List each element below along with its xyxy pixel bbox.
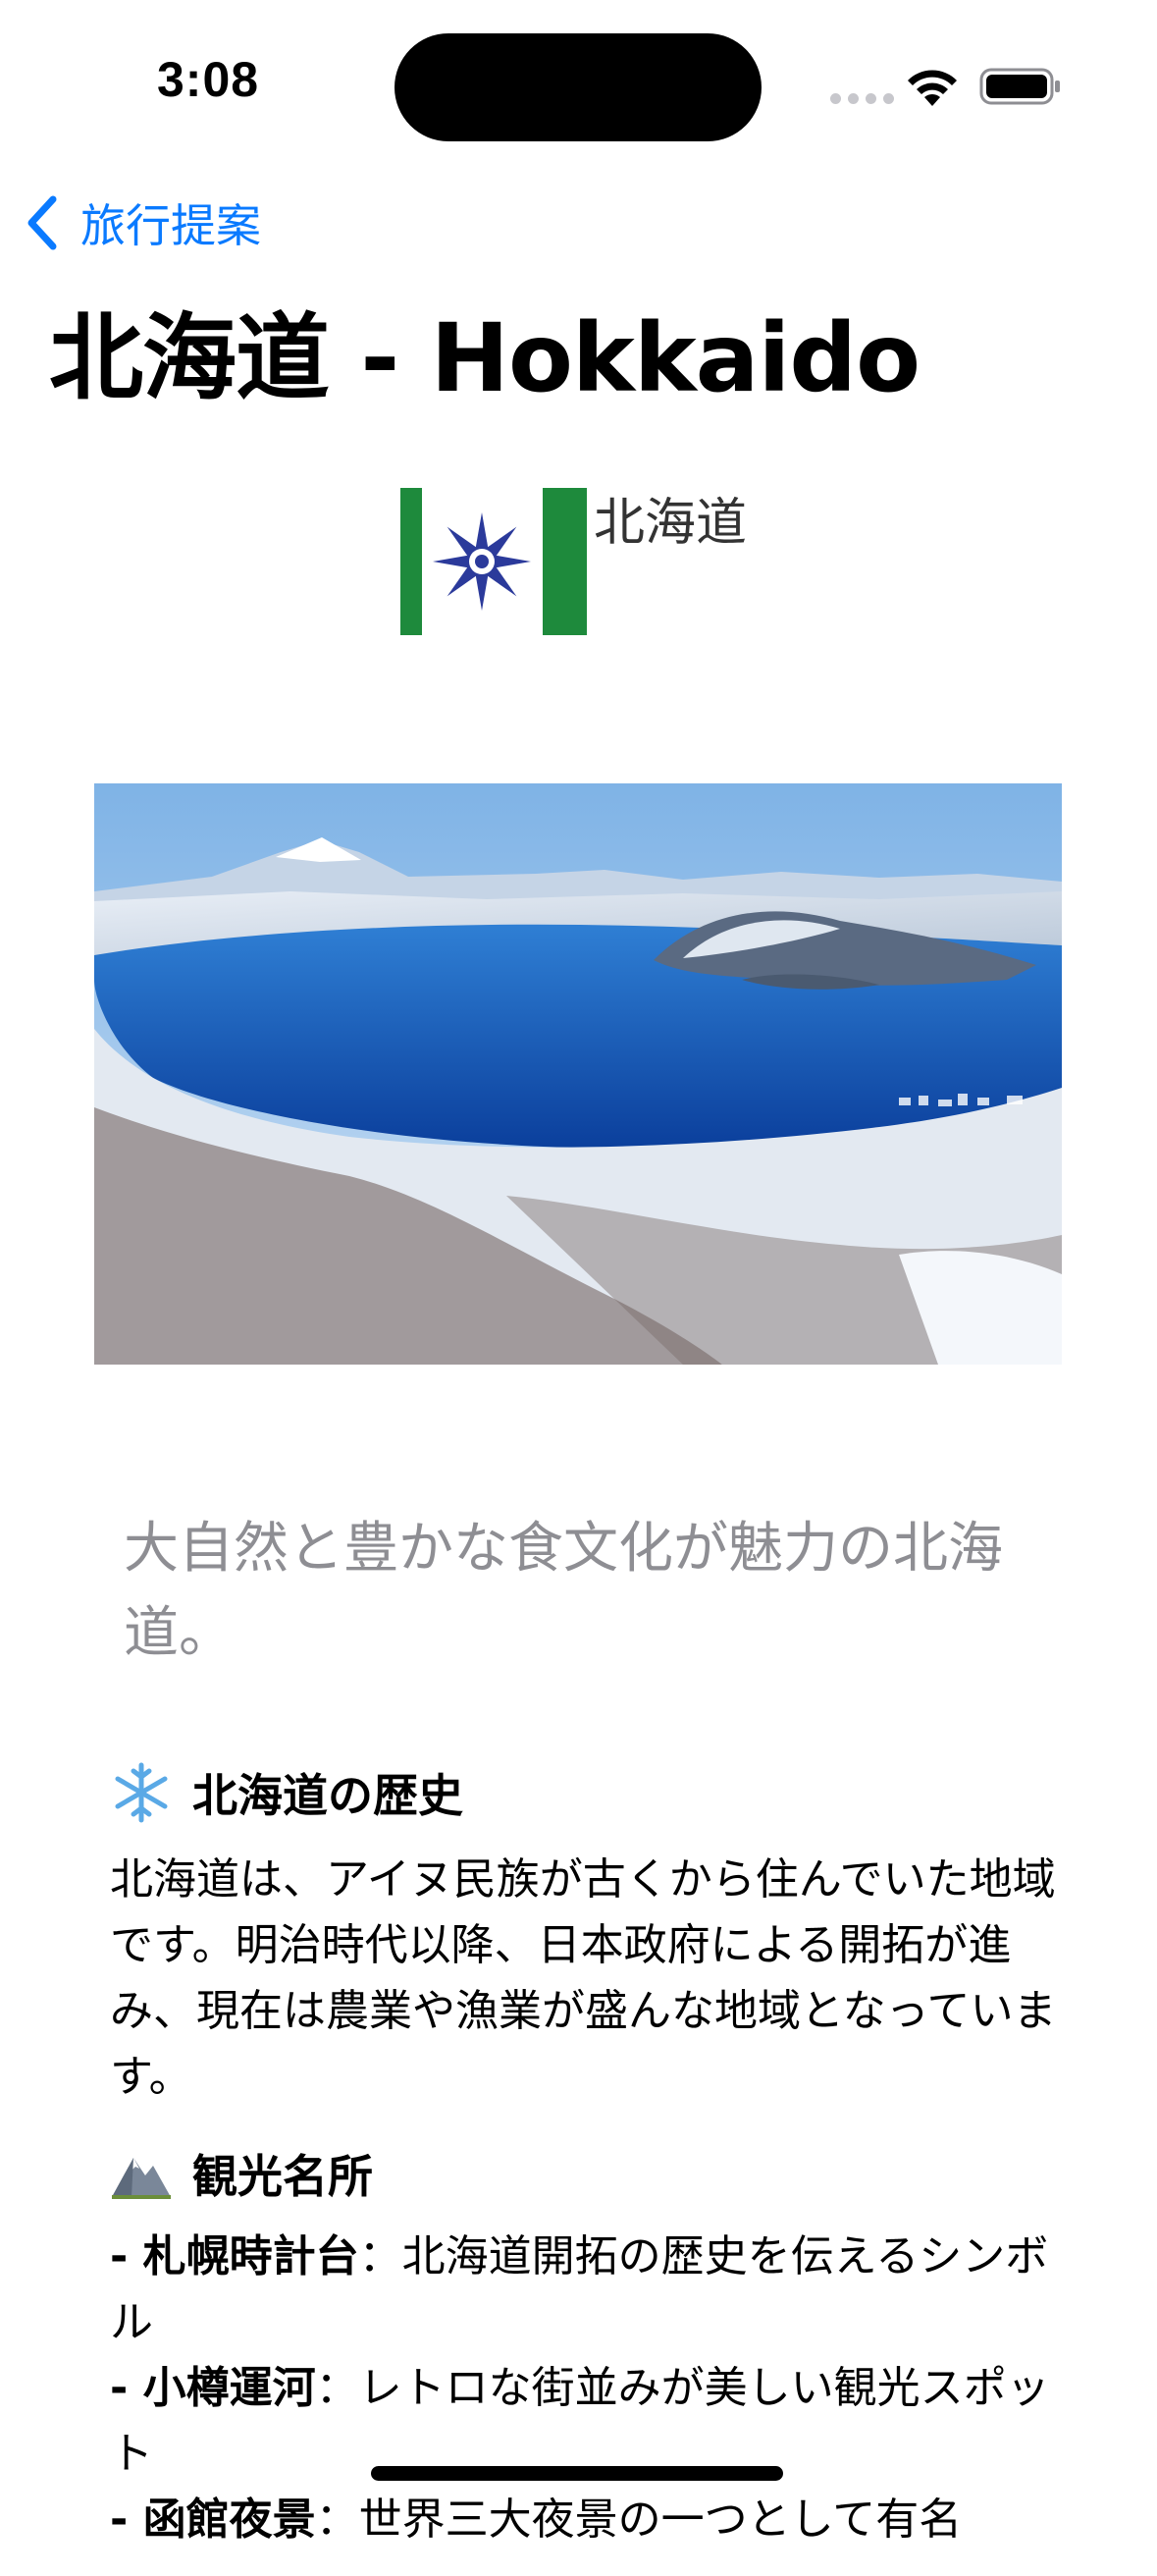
list-item-name: 札幌時計台 xyxy=(142,2231,359,2281)
home-indicator[interactable] xyxy=(371,2466,783,2481)
status-time: 3:08 xyxy=(157,52,260,107)
section-heading-text: 観光名所 xyxy=(192,2150,373,2203)
emblem-text: 北海道 xyxy=(594,494,748,553)
wifi-icon xyxy=(908,70,957,106)
chevron-left-icon xyxy=(27,195,57,250)
list-item: - 函館夜景：世界三大夜景の一つとして有名 xyxy=(110,2487,1062,2552)
list-item-name: 小樽運河 xyxy=(142,2363,316,2413)
dynamic-island xyxy=(394,33,762,141)
signal-dots-icon xyxy=(830,93,894,104)
section-heading-sightseeing: 観光名所 xyxy=(110,2133,1062,2214)
lake-aerial-photo xyxy=(94,783,1062,1365)
list-item-sep: ： xyxy=(315,2363,359,2413)
back-button[interactable]: 旅行提案 xyxy=(24,188,261,257)
list-item: - 札幌時計台：北海道開拓の歴史を伝えるシンボル xyxy=(110,2224,1062,2355)
list-item-name: 函館夜景 xyxy=(142,2495,316,2545)
list-item-prefix: - xyxy=(110,2363,143,2413)
snowflake-icon xyxy=(115,1762,168,1823)
sightseeing-list: - 札幌時計台：北海道開拓の歴史を伝えるシンボル - 小樽運河：レトロな街並みが… xyxy=(110,2224,1062,2552)
section-paragraph: 北海道は、アイヌ民族が古くから住んでいた地域です。明治時代以降、日本政府による開… xyxy=(110,1854,1057,2102)
list-item-desc: 世界三大夜景の一つとして有名 xyxy=(358,2495,963,2545)
mountain-icon xyxy=(112,2158,171,2199)
list-item-sep: ： xyxy=(358,2231,402,2281)
tagline: 大自然と豊かな食文化が魅力の北海道。 xyxy=(124,1517,1003,1665)
page-title: 北海道 - Hokkaido xyxy=(49,303,920,413)
content-body: 北海道の歴史 北海道は、アイヌ民族が古くから住んでいた地域です。明治時代以降、日… xyxy=(110,1752,1062,2576)
list-item-prefix: - xyxy=(110,2231,143,2281)
battery-icon xyxy=(979,68,1060,105)
back-button-label: 旅行提案 xyxy=(80,199,261,252)
list-item-sep: ： xyxy=(315,2495,359,2545)
section-heading-text: 北海道の歴史 xyxy=(192,1769,463,1822)
section-heading-history: 北海道の歴史 xyxy=(110,1752,1062,1833)
status-bar: 3:08 xyxy=(0,0,1157,167)
list-item-prefix: - xyxy=(110,2495,143,2545)
hokkaido-emblem-logo xyxy=(400,488,587,635)
